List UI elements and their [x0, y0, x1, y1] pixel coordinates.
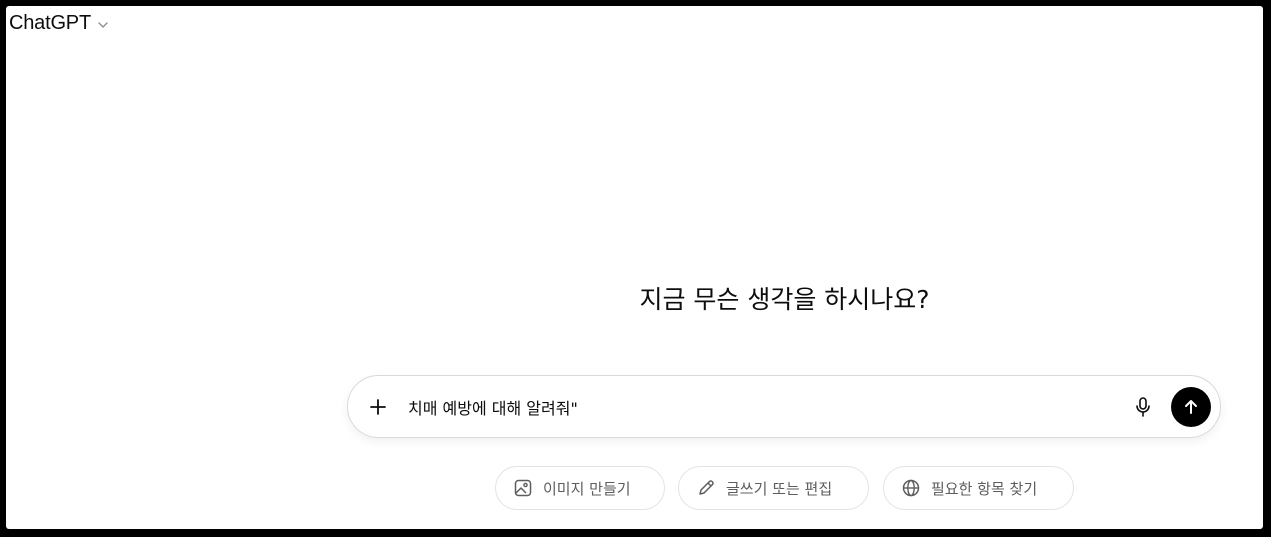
suggestion-write-edit[interactable]: 글쓰기 또는 편집 — [678, 466, 869, 510]
screen-frame: ChatGPT 지금 무슨 생각을 하시나요? 치매 예방에 대해 알려줘" 이… — [0, 0, 1271, 537]
composer: 치매 예방에 대해 알려줘" — [347, 375, 1221, 438]
pencil-icon — [696, 478, 716, 498]
chat-page: ChatGPT 지금 무슨 생각을 하시나요? 치매 예방에 대해 알려줘" 이… — [6, 6, 1263, 529]
model-name: ChatGPT — [9, 12, 91, 34]
chevron-down-icon — [96, 18, 110, 32]
image-icon — [513, 478, 533, 498]
suggestion-label: 글쓰기 또는 편집 — [726, 479, 833, 498]
suggestion-label: 필요한 항목 찾기 — [931, 479, 1038, 498]
suggestion-create-image[interactable]: 이미지 만들기 — [495, 466, 665, 510]
model-switcher[interactable]: ChatGPT — [9, 12, 110, 35]
send-button[interactable] — [1171, 387, 1211, 427]
microphone-icon — [1133, 396, 1153, 418]
suggestion-label: 이미지 만들기 — [543, 479, 631, 498]
page-headline: 지금 무슨 생각을 하시나요? — [639, 285, 930, 314]
voice-input-button[interactable] — [1130, 394, 1156, 420]
prompt-input[interactable]: 치매 예방에 대해 알려줘" — [408, 395, 1108, 419]
attach-button[interactable] — [364, 393, 392, 421]
plus-icon — [368, 397, 388, 417]
globe-icon — [901, 478, 921, 498]
arrow-up-icon — [1182, 398, 1200, 416]
suggestion-search[interactable]: 필요한 항목 찾기 — [883, 466, 1074, 510]
